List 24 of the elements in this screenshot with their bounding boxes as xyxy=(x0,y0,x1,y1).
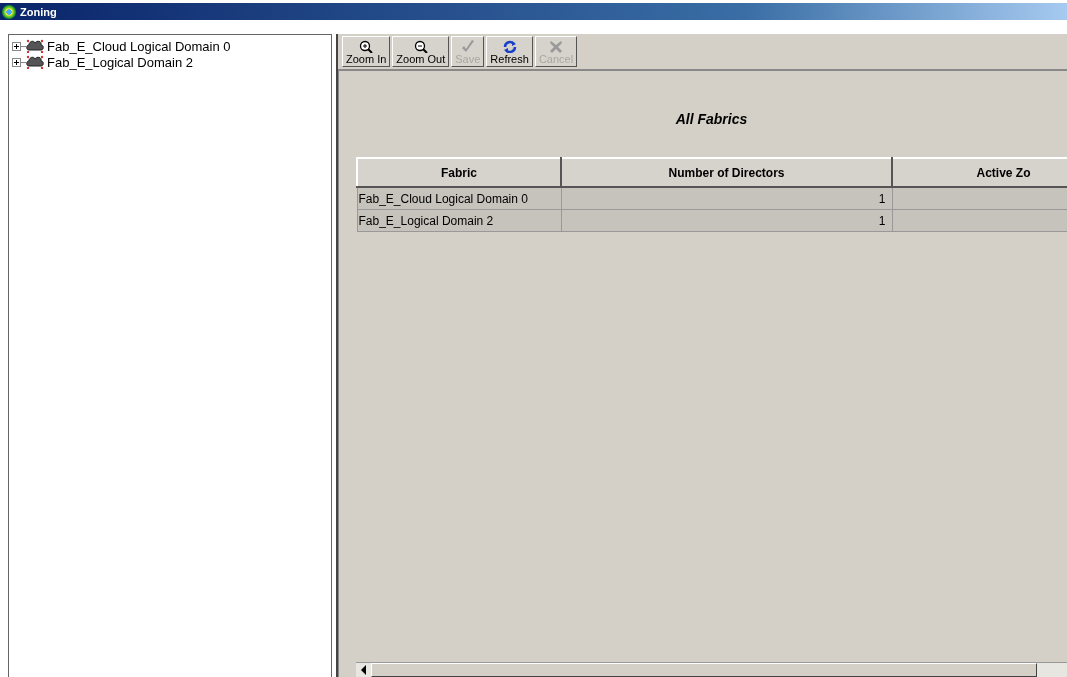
table-cell: 1 xyxy=(561,209,892,232)
cloud-icon xyxy=(26,55,44,69)
tree-item[interactable]: Fab_E_Logical Domain 2 xyxy=(47,54,193,70)
x-mark-icon xyxy=(548,39,564,53)
zoomout-button[interactable]: Zoom Out xyxy=(392,36,450,67)
expand-icon[interactable] xyxy=(12,57,21,67)
app-icon xyxy=(2,4,16,19)
refresh-icon xyxy=(501,39,518,53)
expand-icon[interactable] xyxy=(12,41,21,51)
column-header[interactable]: Fabric xyxy=(357,158,561,187)
column-header[interactable]: Number of Directors xyxy=(561,158,892,187)
column-header[interactable]: Active Zo xyxy=(892,158,1067,187)
window-title: Zoning xyxy=(20,5,57,18)
table-cell: Fab_E_Logical Domain 2 xyxy=(357,209,561,232)
refresh-button[interactable]: Refresh xyxy=(486,36,533,67)
magnifier-plus-icon xyxy=(358,39,375,53)
tree-item[interactable]: Fab_E_Cloud Logical Domain 0 xyxy=(47,38,231,54)
table-cell: 1 xyxy=(561,187,892,210)
scroll-left-arrow[interactable] xyxy=(361,665,366,675)
cloud-icon xyxy=(26,39,44,53)
zoomin-button[interactable]: Zoom In xyxy=(342,36,391,67)
magnifier-minus-icon xyxy=(412,39,429,53)
section-heading: All Fabrics xyxy=(675,110,748,129)
table-cell: Fab_E_Cloud Logical Domain 0 xyxy=(357,187,561,210)
